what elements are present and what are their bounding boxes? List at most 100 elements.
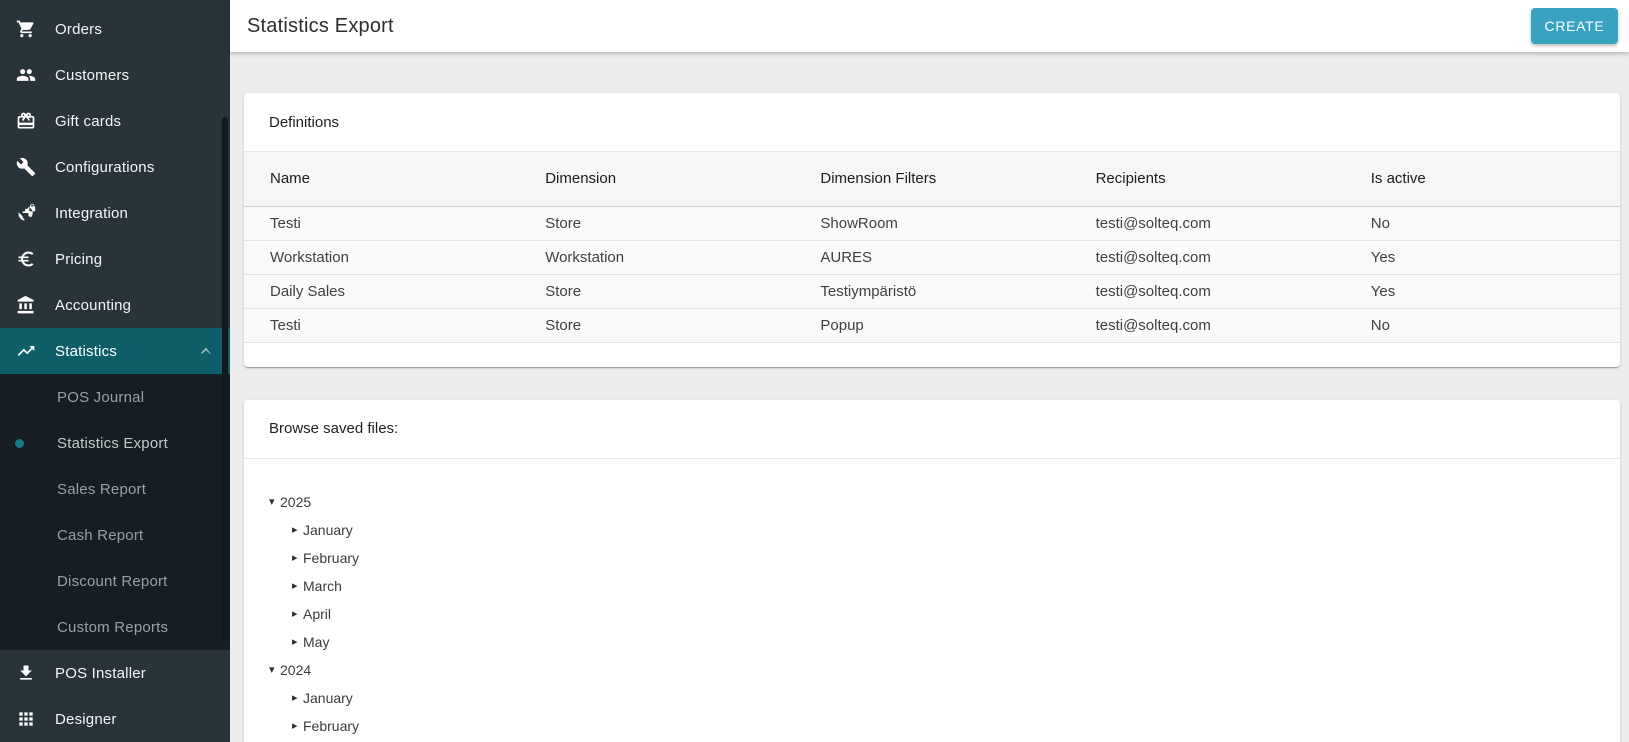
cell-dimension: Store: [519, 206, 794, 240]
tree-node-label: January: [303, 690, 353, 706]
sidebar-scrollbar-thumb[interactable]: [222, 117, 228, 640]
saved-files-card: Browse saved files: ▾2025▸January▸Februa…: [244, 400, 1620, 742]
top-bar: Statistics Export CREATE: [230, 0, 1629, 52]
chevron-up-icon[interactable]: [196, 341, 216, 361]
tree-collapsed-icon: ▸: [292, 608, 303, 619]
sidebar-item-pos-installer[interactable]: POS Installer: [0, 650, 230, 696]
sidebar-subitem-statistics-export[interactable]: Statistics Export: [0, 420, 230, 466]
saved-files-card-title: Browse saved files:: [244, 400, 1620, 459]
tree-node-label: February: [303, 718, 359, 734]
table-row[interactable]: WorkstationWorkstationAUREStesti@solteq.…: [244, 240, 1620, 274]
sidebar-item-customers[interactable]: Customers: [0, 52, 230, 98]
euro-icon: [16, 249, 36, 269]
tree-node-label: April: [303, 606, 331, 622]
sidebar-item-label: Pricing: [55, 251, 102, 268]
tree-node-2025-may[interactable]: ▸May: [269, 628, 1595, 656]
page-content: Definitions NameDimensionDimension Filte…: [230, 52, 1629, 742]
cell-dimension: Store: [519, 308, 794, 342]
sidebar-item-designer[interactable]: Designer: [0, 696, 230, 742]
tree-collapsed-icon: ▸: [292, 524, 303, 535]
sidebar-subitem-label: POS Journal: [57, 389, 144, 406]
tree-expanded-icon: ▾: [269, 496, 280, 507]
tree-node-label: 2025: [280, 494, 311, 510]
definitions-card: Definitions NameDimensionDimension Filte…: [244, 93, 1620, 367]
cell-recipients: testi@solteq.com: [1070, 206, 1345, 240]
sidebar-subitem-pos-journal[interactable]: POS Journal: [0, 374, 230, 420]
column-header-name: Name: [244, 152, 519, 206]
cell-name: Testi: [244, 206, 519, 240]
column-header-is-active: Is active: [1345, 152, 1620, 206]
tree-node-2025-april[interactable]: ▸April: [269, 600, 1595, 628]
tree-collapsed-icon: ▸: [292, 636, 303, 647]
sidebar-item-pricing[interactable]: Pricing: [0, 236, 230, 282]
cell-dimension: Workstation: [519, 240, 794, 274]
app-root: Orders Customers Gift cards Configurations I…: [0, 0, 1629, 742]
tree-expanded-icon: ▾: [269, 664, 280, 675]
sidebar-subitem-custom-reports[interactable]: Custom Reports: [0, 604, 230, 650]
tree-collapsed-icon: ▸: [292, 720, 303, 731]
sidebar-item-orders[interactable]: Orders: [0, 6, 230, 52]
sidebar-item-label: Integration: [55, 205, 128, 222]
tree-node-2025-march[interactable]: ▸March: [269, 572, 1595, 600]
sidebar-item-statistics[interactable]: Statistics: [0, 328, 230, 374]
definitions-table-header-row: NameDimensionDimension FiltersRecipients…: [244, 152, 1620, 206]
tree-node-2024-january[interactable]: ▸January: [269, 684, 1595, 712]
cart-icon: [16, 19, 36, 39]
tree-collapsed-icon: ▸: [292, 692, 303, 703]
people-icon: [16, 65, 36, 85]
create-button[interactable]: CREATE: [1531, 8, 1618, 44]
tree-node-2024-february[interactable]: ▸February: [269, 712, 1595, 740]
tree-collapsed-icon: ▸: [292, 580, 303, 591]
sidebar-subitem-label: Custom Reports: [57, 619, 168, 636]
definitions-card-title: Definitions: [244, 93, 1620, 152]
cell-recipients: testi@solteq.com: [1070, 308, 1345, 342]
globe-lock-icon: [16, 203, 36, 223]
sidebar-subitem-discount-report[interactable]: Discount Report: [0, 558, 230, 604]
tree-node-label: February: [303, 550, 359, 566]
cell-recipients: testi@solteq.com: [1070, 240, 1345, 274]
table-row[interactable]: Daily SalesStoreTestiympäristötesti@solt…: [244, 274, 1620, 308]
cell-dimension: Store: [519, 274, 794, 308]
bank-icon: [16, 295, 36, 315]
statistics-submenu: POS Journal Statistics Export Sales Report…: [0, 374, 230, 650]
sidebar-subitem-sales-report[interactable]: Sales Report: [0, 466, 230, 512]
active-item-dot: [15, 439, 24, 448]
cell-is-active: Yes: [1345, 240, 1620, 274]
download-icon: [16, 663, 36, 683]
chevron-up-icon: [196, 341, 216, 361]
table-row[interactable]: TestiStoreShowRoomtesti@solteq.comNo: [244, 206, 1620, 240]
sidebar-subitem-label: Discount Report: [57, 573, 168, 590]
tree-node-2025-january[interactable]: ▸January: [269, 516, 1595, 544]
sidebar-item-label: Gift cards: [55, 113, 121, 130]
cell-name: Workstation: [244, 240, 519, 274]
column-header-recipients: Recipients: [1070, 152, 1345, 206]
sidebar-main-nav: Orders Customers Gift cards Configurations I…: [0, 6, 230, 374]
sidebar-subitem-label: Cash Report: [57, 527, 143, 544]
saved-files-tree: ▾2025▸January▸February▸March▸April▸May▾2…: [244, 459, 1620, 742]
tree-node-2025-february[interactable]: ▸February: [269, 544, 1595, 572]
sidebar: Orders Customers Gift cards Configurations I…: [0, 0, 230, 742]
sidebar-bottom-nav: POS InstallerDesigner: [0, 650, 230, 742]
cell-dimension-filters: AURES: [794, 240, 1069, 274]
cell-dimension-filters: Testiympäristö: [794, 274, 1069, 308]
sidebar-item-label: Orders: [55, 21, 102, 38]
table-row[interactable]: TestiStorePopuptesti@solteq.comNo: [244, 308, 1620, 342]
sidebar-item-integration[interactable]: Integration: [0, 190, 230, 236]
sidebar-subitem-cash-report[interactable]: Cash Report: [0, 512, 230, 558]
sidebar-item-configurations[interactable]: Configurations: [0, 144, 230, 190]
tree-node-2025[interactable]: ▾2025: [269, 488, 1595, 516]
cell-recipients: testi@solteq.com: [1070, 274, 1345, 308]
sidebar-item-gift-cards[interactable]: Gift cards: [0, 98, 230, 144]
cell-dimension-filters: ShowRoom: [794, 206, 1069, 240]
page-title: Statistics Export: [247, 15, 394, 38]
definitions-table: NameDimensionDimension FiltersRecipients…: [244, 152, 1620, 343]
tree-node-2024[interactable]: ▾2024: [269, 656, 1595, 684]
sidebar-item-label: Accounting: [55, 297, 131, 314]
tree-node-label: January: [303, 522, 353, 538]
cell-is-active: No: [1345, 206, 1620, 240]
cell-is-active: No: [1345, 308, 1620, 342]
wrench-icon: [16, 157, 36, 177]
sidebar-item-accounting[interactable]: Accounting: [0, 282, 230, 328]
sidebar-subitem-label: Statistics Export: [57, 435, 168, 452]
main-area: Statistics Export CREATE Definitions Nam…: [230, 0, 1629, 742]
